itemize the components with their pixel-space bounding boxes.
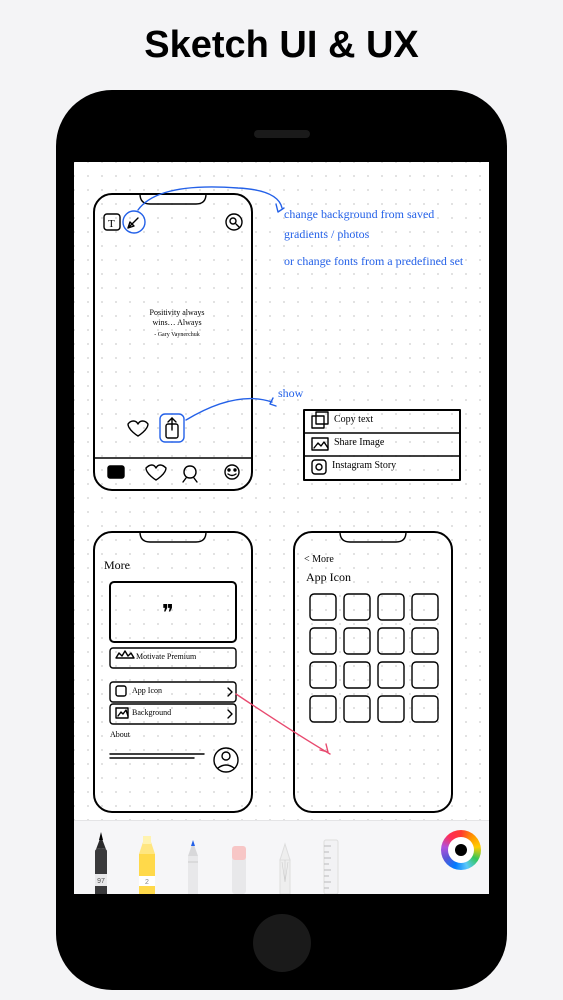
color-picker[interactable] — [441, 830, 481, 870]
svg-text:97: 97 — [97, 878, 105, 885]
wireframe-phone-2: ❞ — [94, 532, 252, 812]
svg-text:2: 2 — [145, 879, 149, 886]
smudge-tool[interactable] — [264, 824, 306, 894]
wireframe-phone-1: T — [94, 194, 252, 490]
svg-text:❞: ❞ — [162, 600, 174, 625]
screen2-row-background: Background — [132, 708, 171, 717]
menu-item-instagram: Instagram Story — [332, 460, 396, 471]
annotation-change-bg: change background from saved gradients /… — [284, 204, 484, 271]
screen2-premium: Motivate Premium — [136, 652, 196, 661]
menu-item-share: Share Image — [334, 437, 384, 448]
annotation-show: show — [278, 386, 303, 401]
speaker-slot — [254, 130, 310, 138]
screen2-title: More — [104, 558, 130, 573]
arrow-annotation-top — [138, 187, 282, 210]
screen3-title: App Icon — [306, 570, 351, 585]
device-frame: T — [56, 90, 507, 990]
pencil-tool[interactable] — [172, 824, 214, 894]
screen2-about: About — [110, 730, 130, 739]
arrow-show — [186, 399, 272, 420]
screen3-back: < More — [304, 554, 334, 565]
page-title: Sketch UI & UX — [0, 0, 563, 67]
ruler-tool[interactable] — [310, 824, 352, 894]
drawing-toolbar: 97 2 — [74, 820, 489, 894]
highlighter-tool[interactable]: 2 — [126, 824, 168, 894]
svg-text:T: T — [108, 218, 115, 230]
drawing-canvas[interactable]: T — [74, 162, 489, 894]
arrow-app-icon-link — [236, 694, 330, 754]
app-screen: T — [74, 162, 489, 894]
home-button[interactable] — [253, 914, 311, 972]
menu-item-copy: Copy text — [334, 414, 373, 425]
pen-tool[interactable]: 97 — [80, 824, 122, 894]
eraser-tool[interactable] — [218, 824, 260, 894]
screen2-row-appicon: App Icon — [132, 686, 162, 695]
quote-text: Positivity always wins… Always - Gary Va… — [132, 308, 222, 340]
